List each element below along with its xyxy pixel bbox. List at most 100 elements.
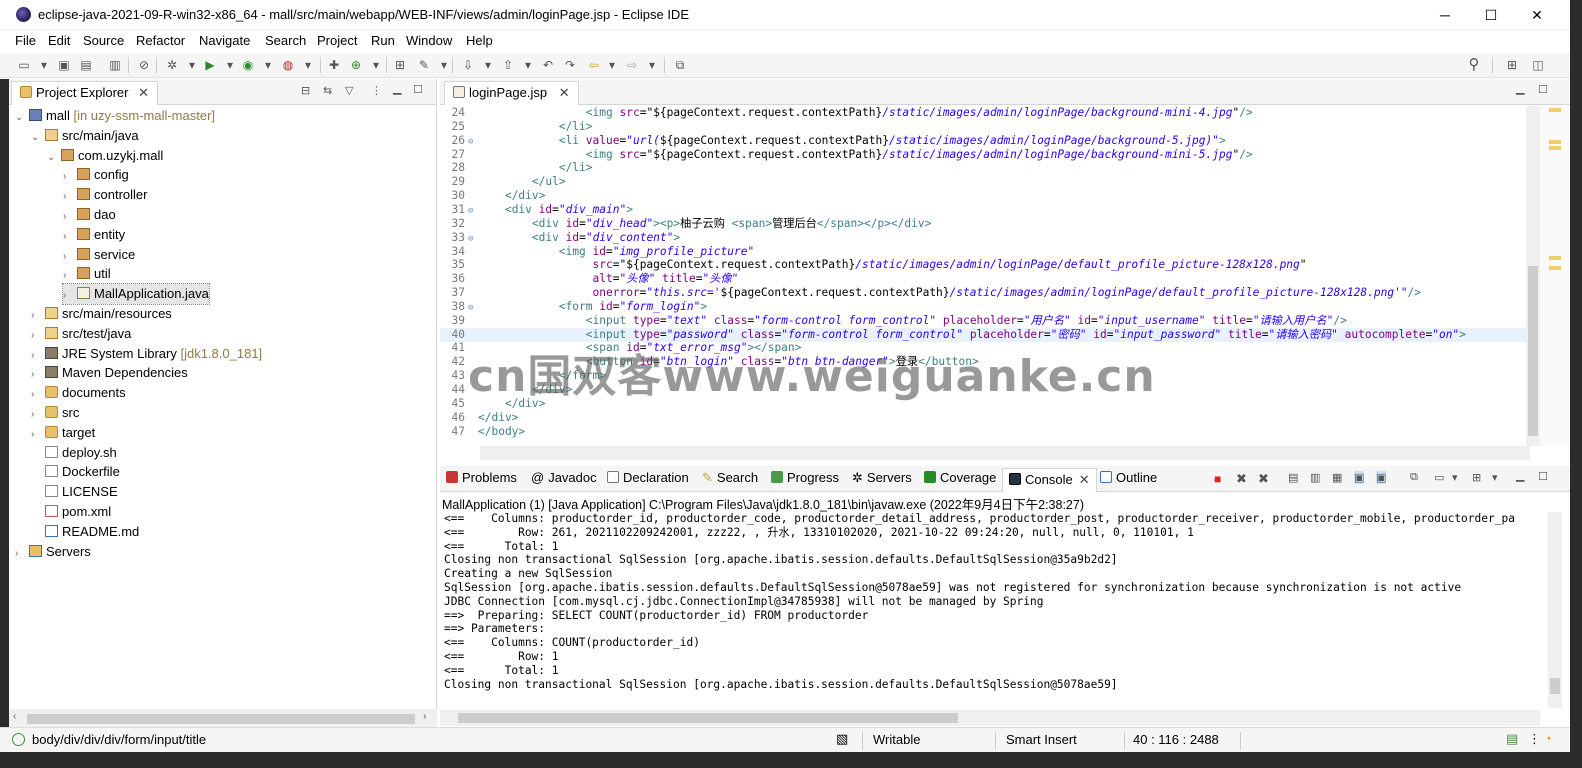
code-editor[interactable]: 24 <img src="${pageContext.request.conte…: [440, 106, 1532, 442]
code-line[interactable]: 45 </div>: [440, 397, 1532, 411]
tab-servers[interactable]: ✲ Servers: [852, 470, 912, 486]
status-insert-mode[interactable]: Smart Insert: [1006, 732, 1077, 747]
display-console-dropdown-icon[interactable]: ▾: [1452, 471, 1458, 484]
maximize-editor-icon[interactable]: ☐: [1538, 83, 1548, 96]
debug-icon[interactable]: ✲: [164, 57, 180, 73]
tree-item[interactable]: › src/test/java: [31, 324, 131, 344]
remove-all-terminated-icon[interactable]: ✖: [1258, 471, 1269, 487]
open-console-dropdown-icon[interactable]: ▾: [1492, 471, 1498, 484]
tree-item[interactable]: › Servers: [15, 542, 91, 562]
tab-progress[interactable]: Progress: [771, 470, 839, 485]
explorer-horizontal-scrollbar[interactable]: ‹ ›: [9, 709, 437, 727]
code-line[interactable]: 33 ⊖ <div id="div_content">: [440, 231, 1532, 245]
expand-toggle-icon[interactable]: ⌄: [31, 128, 43, 148]
tree-item[interactable]: Dockerfile: [31, 462, 120, 482]
tree-item[interactable]: › target: [31, 423, 95, 443]
search-dropdown-icon[interactable]: ▾: [436, 57, 452, 73]
menu-search[interactable]: Search: [265, 33, 306, 48]
back-dropdown-icon[interactable]: ▾: [604, 57, 620, 73]
code-line[interactable]: 29 </ul>: [440, 175, 1532, 189]
tree-item[interactable]: › Maven Dependencies: [31, 363, 188, 383]
tree-item[interactable]: › controller: [63, 185, 147, 205]
maximize-console-icon[interactable]: ☐: [1538, 470, 1548, 483]
tab-outline[interactable]: Outline: [1100, 470, 1157, 485]
save-all-icon[interactable]: ▤: [78, 57, 94, 73]
tab-coverage[interactable]: Coverage: [924, 470, 996, 485]
tree-item[interactable]: › dao: [63, 205, 116, 225]
clear-console-icon[interactable]: ▤: [1288, 471, 1298, 484]
tree-item[interactable]: pom.xml: [31, 502, 111, 522]
open-console-icon[interactable]: ⊞: [1472, 471, 1481, 484]
new-java-project-icon[interactable]: ✚: [326, 57, 342, 73]
code-line[interactable]: 37 onerror="this.src='${pageContext.requ…: [440, 286, 1532, 300]
forward-icon[interactable]: ⇨: [624, 57, 640, 73]
tips-icon[interactable]: ◔: [1544, 731, 1552, 746]
view-menu-icon[interactable]: ⋮: [371, 84, 382, 97]
new-icon[interactable]: ▭: [16, 57, 32, 73]
code-line[interactable]: 32 <div id="div_head"><p>柚子云购 <span>管理后台…: [440, 217, 1532, 231]
code-line[interactable]: 31 ⊖ <div id="div_main">: [440, 203, 1532, 217]
tree-item[interactable]: deploy.sh: [31, 443, 117, 463]
code-line[interactable]: 40 <input type="password" class="form-co…: [440, 327, 1532, 342]
menu-help[interactable]: Help: [466, 33, 493, 48]
minimize-editor-icon[interactable]: ▁: [1516, 82, 1524, 95]
open-type-icon[interactable]: ⊞: [392, 57, 408, 73]
tree-item[interactable]: › src/main/resources: [31, 304, 172, 324]
menu-edit[interactable]: Edit: [48, 33, 70, 48]
forward-dropdown-icon[interactable]: ▾: [644, 57, 660, 73]
code-line[interactable]: 38 ⊖ <form id="form_login">: [440, 300, 1532, 314]
menu-project[interactable]: Project: [317, 33, 357, 48]
tree-item[interactable]: › entity: [63, 225, 125, 245]
new-class-icon[interactable]: ⊕: [348, 57, 364, 73]
search-icon[interactable]: ⚲: [1466, 57, 1482, 73]
menu-source[interactable]: Source: [83, 33, 124, 48]
expand-toggle-icon[interactable]: ⌄: [15, 108, 27, 128]
code-line[interactable]: 34 <img id="img_profile_picture": [440, 245, 1532, 259]
tree-item[interactable]: › util: [63, 264, 111, 284]
show-on-stderr-icon[interactable]: ▣: [1376, 471, 1387, 484]
expand-toggle-icon[interactable]: ›: [15, 544, 27, 564]
close-tab-icon[interactable]: ✕: [138, 85, 149, 100]
tree-item[interactable]: ⌄ com.uzykj.mall: [47, 146, 163, 166]
scroll-right-icon[interactable]: ›: [423, 711, 426, 722]
new-class-dropdown-icon[interactable]: ▾: [368, 57, 384, 73]
clipboard-icon[interactable]: ▧: [836, 731, 848, 747]
search-tool-icon[interactable]: ✎: [416, 57, 432, 73]
maximize-button[interactable]: ☐: [1468, 0, 1514, 30]
save-icon[interactable]: ▣: [56, 57, 72, 73]
prev-annotation-dropdown-icon[interactable]: ▾: [520, 57, 536, 73]
code-line[interactable]: 24 <img src="${pageContext.request.conte…: [440, 106, 1532, 120]
code-line[interactable]: 25 </li>: [440, 120, 1532, 134]
tree-item[interactable]: › src: [31, 403, 79, 423]
terminal-icon[interactable]: ▥: [107, 57, 123, 73]
debug-dropdown-icon[interactable]: ▾: [184, 57, 200, 73]
code-line[interactable]: 27 <img src="${pageContext.request.conte…: [440, 148, 1532, 162]
next-annotation-dropdown-icon[interactable]: ▾: [480, 57, 496, 73]
java-ee-perspective-icon[interactable]: ◫: [1530, 57, 1546, 73]
tab-problems[interactable]: Problems: [446, 470, 517, 485]
minimize-view-icon[interactable]: ▁: [393, 82, 401, 95]
code-line[interactable]: 28 </li>: [440, 161, 1532, 175]
tab-javadoc[interactable]: @ Javadoc: [531, 470, 597, 485]
status-cursor-position[interactable]: 40 : 116 : 2488: [1133, 732, 1219, 747]
editor-vertical-scrollbar[interactable]: [1526, 106, 1540, 446]
terminate-icon[interactable]: ■: [1214, 472, 1221, 486]
close-console-icon[interactable]: ✕: [1079, 472, 1090, 487]
external-tools-dropdown-icon[interactable]: ▾: [300, 57, 316, 73]
console-vertical-scrollbar[interactable]: [1548, 512, 1562, 708]
code-line[interactable]: 30 </div>: [440, 189, 1532, 203]
menu-window[interactable]: Window: [406, 33, 452, 48]
link-icon[interactable]: ↷: [562, 57, 578, 73]
code-line[interactable]: 44 </div>: [440, 383, 1532, 397]
run-icon[interactable]: ▶: [202, 57, 218, 73]
tab-declaration[interactable]: Declaration: [607, 470, 689, 485]
tree-item[interactable]: › JRE System Library [jdk1.8.0_181]: [31, 344, 262, 364]
last-edit-icon[interactable]: ↶: [540, 57, 556, 73]
code-line[interactable]: 26 ⊖ <li value="url(${pageContext.request…: [440, 134, 1532, 148]
tab-search[interactable]: ✎ Search: [702, 470, 758, 486]
close-editor-icon[interactable]: ✕: [559, 85, 570, 100]
show-on-stdout-icon[interactable]: ▣: [1354, 471, 1365, 484]
notification-icon[interactable]: ▤: [1506, 731, 1518, 747]
code-line[interactable]: 39 <input type="text" class="form-contro…: [440, 314, 1532, 328]
minimize-button[interactable]: ─: [1422, 0, 1468, 30]
